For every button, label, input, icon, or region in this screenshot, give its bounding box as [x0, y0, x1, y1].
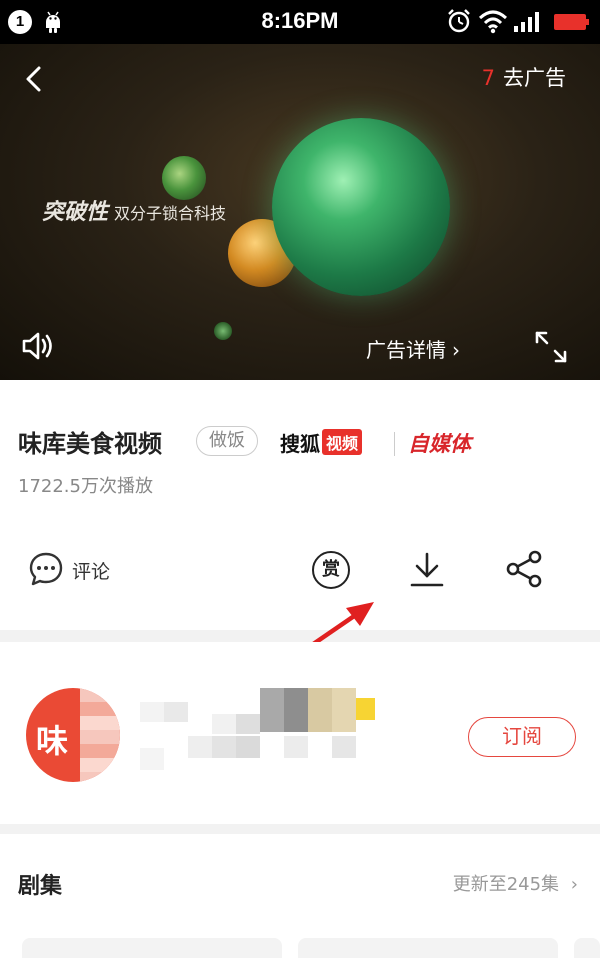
author-avatar[interactable]: 味	[26, 688, 120, 782]
signal-icon	[514, 12, 539, 32]
speaker-icon[interactable]	[20, 328, 56, 364]
ad-caption-small: 双分子锁合科技	[114, 204, 227, 223]
fullscreen-icon[interactable]	[532, 328, 570, 366]
download-icon[interactable]	[408, 551, 446, 589]
ad-bubble-tiny	[214, 322, 232, 340]
status-bar: 1 8:16PM	[0, 0, 600, 44]
ad-detail-link[interactable]: 广告详情 ›	[366, 334, 460, 363]
skip-ad-button[interactable]: 7 去广告	[482, 62, 566, 92]
ad-caption-bold: 突破性	[42, 200, 109, 225]
back-arrow-icon[interactable]	[18, 62, 52, 96]
skip-ad-label: 去广告	[503, 66, 566, 90]
episodes-section: 剧集 更新至245集 ›	[0, 834, 600, 958]
share-icon[interactable]	[504, 549, 544, 589]
category-tag[interactable]: 做饭	[196, 426, 258, 456]
ad-bubble-large	[272, 118, 450, 296]
author-name-redacted	[140, 688, 375, 772]
avatar-text: 味	[36, 722, 69, 760]
chevron-right-icon: ›	[452, 338, 460, 362]
subscribe-button[interactable]: 订阅	[468, 717, 576, 757]
sohu-video-logo: 搜狐 视频	[280, 428, 363, 456]
wifi-icon	[478, 10, 508, 34]
reward-button[interactable]: 赏	[312, 551, 350, 589]
episode-card[interactable]	[574, 938, 600, 958]
avatar-blur-mask	[80, 688, 120, 782]
battery-icon	[554, 14, 589, 30]
episodes-update-label: 更新至245集	[452, 874, 560, 895]
logo-divider	[394, 432, 395, 456]
episodes-more-link[interactable]: 更新至245集 ›	[453, 870, 578, 896]
video-title: 味库美食视频	[18, 430, 162, 458]
ad-caption: 突破性 双分子锁合科技	[42, 194, 226, 226]
sohu-logo-text: 搜狐	[280, 432, 320, 456]
comment-label: 评论	[72, 561, 111, 583]
media-label: 自媒体	[408, 432, 471, 456]
view-count: 1722.5万次播放	[18, 476, 153, 497]
video-player[interactable]: 突破性 双分子锁合科技 7 去广告 广告详情 ›	[0, 44, 600, 380]
status-time: 8:16PM	[261, 8, 339, 33]
video-info-card: 味库美食视频 做饭 搜狐 视频 自媒体 1722.5万次播放 评论 赏	[0, 380, 600, 630]
ad-countdown: 7	[481, 66, 495, 90]
comment-button[interactable]: 评论	[28, 551, 128, 587]
alarm-icon	[448, 9, 470, 33]
author-card[interactable]: 味 订阅	[0, 642, 600, 824]
episode-card[interactable]	[22, 938, 282, 958]
episode-card[interactable]	[298, 938, 558, 958]
episodes-title: 剧集	[18, 874, 63, 899]
comment-icon	[29, 552, 63, 586]
ad-detail-label: 广告详情	[366, 338, 446, 362]
chevron-right-icon: ›	[570, 874, 578, 895]
sohu-logo-badge: 视频	[322, 429, 363, 455]
